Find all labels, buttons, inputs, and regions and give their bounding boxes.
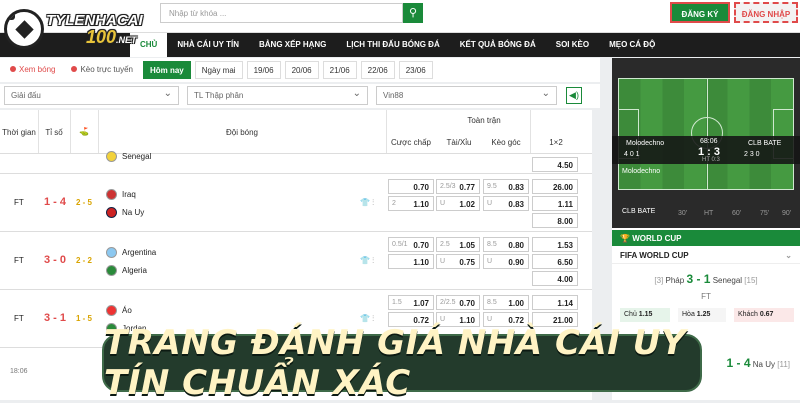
- match-score: 3 - 1: [44, 312, 67, 324]
- odds-button[interactable]: 2/2.5 0.70: [436, 295, 480, 310]
- half-score: 2 - 5: [76, 198, 93, 207]
- match-status: FT: [14, 256, 24, 265]
- team-away: Na Uy: [106, 207, 144, 218]
- odds-button[interactable]: 9.5 0.83: [483, 179, 529, 194]
- soccer-ball-icon: [4, 9, 44, 49]
- team-away: Algeria: [106, 265, 147, 276]
- nav-predictions[interactable]: SOI KÈO: [546, 33, 599, 57]
- odds-button[interactable]: 1.14: [532, 295, 578, 310]
- search-input[interactable]: Nhập từ khóa ...: [160, 3, 403, 23]
- col-1x2: 1×2: [549, 138, 563, 147]
- match-status: FT: [14, 314, 24, 323]
- odds-button[interactable]: U 0.75: [436, 254, 480, 269]
- tab-today[interactable]: Hôm nay: [142, 61, 191, 79]
- half-score: 1 - 5: [76, 314, 93, 323]
- match-status: FT: [14, 198, 24, 207]
- match-time: 18:06: [10, 368, 28, 375]
- odds-button[interactable]: 2.5 1.05: [436, 237, 480, 252]
- record-icon: [71, 66, 78, 72]
- filter-selects: Giải đấu TL Thập phân Vin88 ◀): [0, 84, 600, 108]
- nav-standings[interactable]: BẢNG XẾP HẠNG: [249, 33, 336, 57]
- col-over-under: Tài/Xỉu: [446, 138, 472, 147]
- search-icon: ⚲: [408, 7, 418, 19]
- odds-button[interactable]: 1.10: [388, 254, 434, 269]
- league-select[interactable]: Giải đấu: [4, 86, 179, 105]
- sound-toggle[interactable]: ◀): [566, 87, 582, 104]
- match-status: FT: [701, 292, 711, 301]
- odds-button[interactable]: U 0.83: [483, 196, 529, 211]
- timeline-team-away: CLB BATE: [622, 208, 656, 215]
- table-row[interactable]: FT 1 - 4 2 - 5 Iraq Na Uy 👕 ⫶ 0.70 2.5/3…: [0, 174, 592, 232]
- corner-flag-icon: ⛳: [79, 127, 89, 136]
- tab-date[interactable]: 22/06: [360, 61, 395, 79]
- search-button[interactable]: ⚲: [403, 3, 423, 23]
- odds-button[interactable]: 4.00: [532, 271, 578, 286]
- trophy-icon: 🏆: [620, 234, 633, 243]
- nav-fixtures[interactable]: LỊCH THI ĐẤU BÓNG ĐÁ: [336, 33, 449, 57]
- stats-icon[interactable]: 👕 ⫶: [360, 198, 374, 208]
- nav-results[interactable]: KẾT QUẢ BÓNG ĐÁ: [450, 33, 546, 57]
- tab-tomorrow[interactable]: Ngày mai: [194, 61, 243, 79]
- odds-button[interactable]: U 1.02: [436, 196, 480, 211]
- site-logo[interactable]: TYLENHACAI 100.NET: [4, 2, 154, 56]
- tab-date[interactable]: 20/06: [284, 61, 319, 79]
- table-header: Thời gian Tỉ số ⛳ Đội bóng Toàn trận Cượ…: [0, 110, 592, 154]
- live-odds-toggle[interactable]: Kèo trực tuyến: [65, 61, 139, 79]
- team-home: Argentina: [106, 247, 156, 258]
- odds-button[interactable]: 1.53: [532, 237, 578, 252]
- login-button[interactable]: ĐĂNG NHẬP: [734, 2, 798, 23]
- odds-button[interactable]: 8.5 0.80: [483, 237, 529, 252]
- col-handicap: Cược chấp: [391, 138, 431, 147]
- nav-trusted-bookmakers[interactable]: NHÀ CÁI UY TÍN: [167, 33, 249, 57]
- live-scoreboard: Molodechno 4 0 1 68:06 1 : 3 HT 0:3 CLB …: [612, 136, 800, 164]
- odds-button[interactable]: 4.50: [532, 157, 578, 172]
- half-score: 2 - 2: [76, 256, 93, 265]
- competition-title[interactable]: FIFA WORLD CUP ⌄: [612, 246, 800, 264]
- odds-button[interactable]: 26.00: [532, 179, 578, 194]
- col-time: Thời gian: [2, 128, 36, 137]
- promo-banner: TRANG ĐÁNH GIÁ NHÀ CÁI UY TÍN CHUẨN XÁC: [102, 323, 702, 403]
- odds-button[interactable]: 0.70: [388, 179, 434, 194]
- speaker-icon: ◀): [569, 90, 579, 100]
- register-button[interactable]: ĐĂNG KÝ: [670, 2, 730, 23]
- odds-button[interactable]: 0.5/1 0.70: [388, 237, 434, 252]
- date-filter-bar: Xem bóng Kèo trực tuyến Hôm nay Ngày mai…: [0, 58, 600, 82]
- match-score: 1 - 4: [44, 196, 67, 208]
- match-score: 3 - 0: [44, 254, 67, 266]
- odds-draw[interactable]: Hòa 1.25: [678, 308, 726, 322]
- live-match-widget[interactable]: Molodechno 4 0 1 68:06 1 : 3 HT 0:3 CLB …: [612, 58, 800, 228]
- match-item[interactable]: [3] Pháp 3 - 1 Senegal [15]: [612, 272, 800, 294]
- nav-betting-tips[interactable]: MẸO CÁ ĐỘ: [599, 33, 665, 57]
- odds-button[interactable]: U 0.90: [483, 254, 529, 269]
- tab-date[interactable]: 19/06: [246, 61, 281, 79]
- live-score-toggle[interactable]: Xem bóng: [4, 61, 62, 79]
- tab-date[interactable]: 23/06: [398, 61, 433, 79]
- col-score: Tỉ số: [45, 128, 63, 137]
- team-home: Iraq: [106, 189, 136, 200]
- logo-text: TYLENHACAI 100.NET: [46, 11, 143, 47]
- odds-away[interactable]: Khách 0.67: [734, 308, 794, 322]
- odds-button[interactable]: 8.5 1.00: [483, 295, 529, 310]
- team-home: Senegal: [106, 151, 151, 162]
- odds-button[interactable]: 2 1.10: [388, 196, 434, 211]
- tab-date[interactable]: 21/06: [322, 61, 357, 79]
- odds-button[interactable]: 6.50: [532, 254, 578, 269]
- odds-button[interactable]: 8.00: [532, 213, 578, 228]
- worldcup-header[interactable]: 🏆 WORLD CUP: [612, 230, 800, 246]
- bookmaker-select[interactable]: Vin88: [376, 86, 557, 105]
- odds-home[interactable]: Chủ 1.15: [620, 308, 670, 322]
- odds-button[interactable]: 1.5 1.07: [388, 295, 434, 310]
- timeline-team-home: Molodechno: [622, 168, 661, 175]
- odds-format-select[interactable]: TL Thập phân: [187, 86, 368, 105]
- col-teams: Đội bóng: [225, 128, 259, 137]
- table-row[interactable]: Senegal 4.50: [0, 151, 592, 174]
- stats-icon[interactable]: 👕 ⫶: [360, 256, 374, 266]
- col-corners: Kèo góc: [491, 138, 521, 147]
- odds-button[interactable]: 1.11: [532, 196, 578, 211]
- record-icon: [10, 66, 16, 72]
- col-full-match: Toàn trận: [467, 116, 501, 125]
- team-home: Áo: [106, 305, 132, 316]
- odds-button[interactable]: 2.5/3 0.77: [436, 179, 480, 194]
- table-row[interactable]: FT 3 - 0 2 - 2 Argentina Algeria 👕 ⫶ 0.5…: [0, 232, 592, 290]
